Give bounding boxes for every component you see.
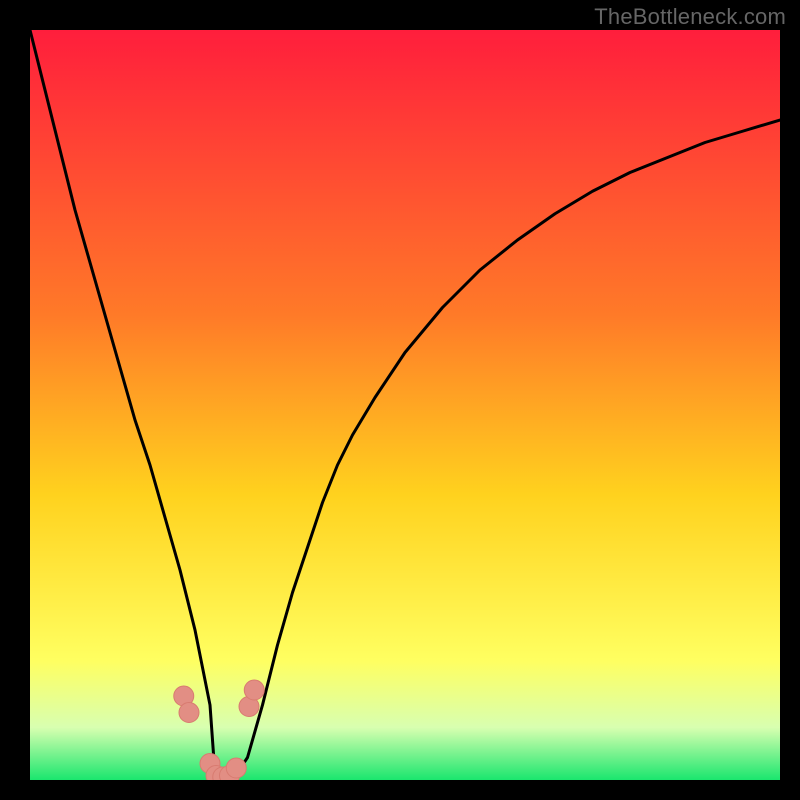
marker-point <box>244 680 264 700</box>
gradient-bg <box>30 30 780 780</box>
watermark: TheBottleneck.com <box>594 4 786 30</box>
marker-point <box>226 758 246 778</box>
chart-root: { "watermark": "TheBottleneck.com", "col… <box>0 0 800 800</box>
plot-area <box>30 30 780 780</box>
marker-point <box>179 703 199 723</box>
chart-svg <box>30 30 780 780</box>
